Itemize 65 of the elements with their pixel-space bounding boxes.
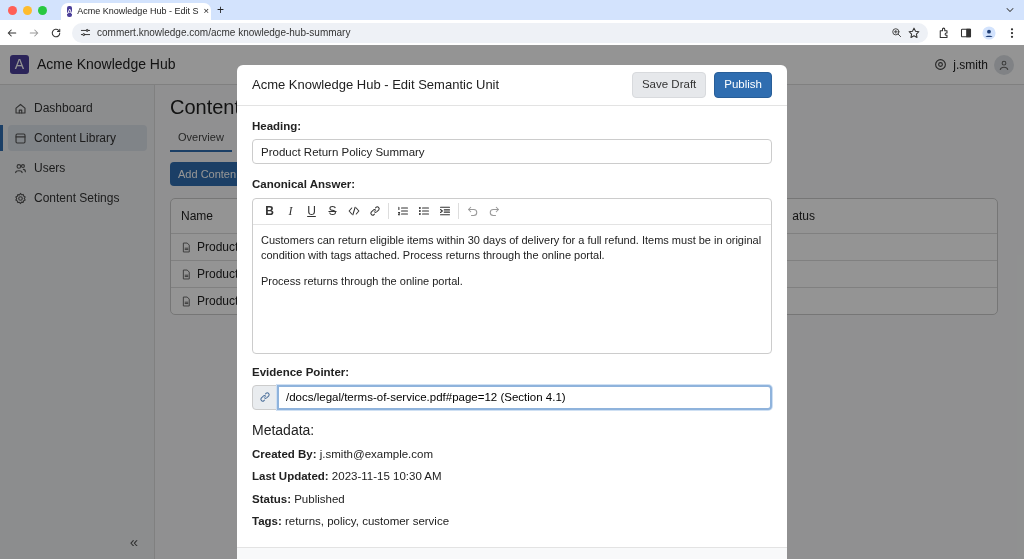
app-title: Acme Knowledge Hub [37, 55, 176, 74]
zoom-icon[interactable] [891, 27, 902, 38]
browser-tab[interactable]: A Acme Knowledge Hub - Edit S × [61, 3, 211, 20]
ordered-list-icon [396, 205, 409, 217]
home-icon [14, 101, 27, 115]
back-icon[interactable] [6, 26, 18, 39]
profile-icon[interactable] [982, 25, 996, 40]
link-icon [368, 205, 381, 217]
publish-button[interactable]: Publish [714, 72, 772, 98]
new-tab-button[interactable]: + [217, 1, 224, 19]
collapse-sidebar-button[interactable]: « [127, 530, 140, 553]
link-icon [252, 384, 277, 410]
italic-button[interactable]: I [280, 201, 301, 221]
sidebar-item[interactable]: Users [8, 155, 147, 181]
window-control-dot[interactable] [8, 5, 17, 15]
settings-icon [14, 191, 27, 205]
page-tab[interactable]: Overview [170, 125, 232, 152]
users-icon [14, 161, 27, 175]
reload-icon[interactable] [50, 26, 62, 39]
extensions-icon[interactable] [938, 26, 950, 39]
metadata-line: Created By: j.smith@example.com [252, 446, 435, 462]
sidebar-item[interactable]: Dashboard [8, 95, 147, 121]
answer-paragraph: Customers can return eligible items within 30 days of delivery for a full refund. Items must be in original condition with tags attached. Process returns through the online portal. [261, 232, 763, 264]
bold-button[interactable]: B [259, 201, 280, 221]
star-icon[interactable] [908, 26, 920, 39]
user-name[interactable]: j.smith [953, 55, 988, 74]
field-label: Evidence Pointer: [252, 364, 351, 380]
favicon-icon: A [67, 6, 73, 17]
undo-icon [466, 205, 479, 217]
save-draft-button[interactable]: Save Draft [631, 72, 707, 98]
window-control-dot[interactable] [38, 5, 47, 15]
rich-text-editor[interactable] [252, 197, 772, 354]
document-icon [181, 295, 192, 307]
side-panel-icon[interactable] [960, 26, 972, 39]
table-cell-text: Product [197, 266, 239, 283]
logo-icon: A [10, 55, 29, 74]
window-control-dot[interactable] [23, 5, 32, 15]
field-label: Heading: [252, 119, 303, 134]
section-title: Metadata: [252, 421, 316, 439]
code-icon [347, 205, 360, 217]
avatar[interactable] [994, 54, 1014, 75]
redo-icon [487, 205, 500, 217]
metadata-line: Status: Published [252, 491, 346, 507]
metadata-line: Tags: returns, policy, customer service [252, 514, 451, 530]
column-header: Name [181, 208, 213, 225]
site-settings-icon[interactable] [80, 27, 91, 38]
document-icon [181, 268, 192, 280]
window-icon [14, 131, 27, 145]
bullet-list-icon [417, 205, 430, 217]
column-header: atus [792, 208, 815, 225]
gear-icon[interactable] [934, 58, 948, 71]
document-icon [181, 241, 192, 253]
metadata-line: Last Updated: 2023-11-15 10:30 AM [252, 469, 443, 485]
tab-close-button[interactable]: × [203, 4, 209, 19]
heading-field[interactable]: Product Return Policy Summary [252, 139, 772, 165]
evidence-field[interactable]: /docs/legal/terms-of-service.pdf#page=12 (Section 4.1) [277, 384, 772, 410]
sidebar-item[interactable]: Content Library [8, 125, 147, 151]
strike-button[interactable]: S [322, 201, 343, 221]
sidebar-item[interactable]: Content Setings [8, 185, 147, 211]
table-cell-text: Product [197, 239, 239, 256]
answer-paragraph: Process returns through the online portal. [261, 274, 464, 290]
dialog-title: Acme Knowledge Hub - Edit Semantic Unit [252, 76, 501, 95]
table-cell-text: Product [197, 293, 239, 310]
indent-icon [438, 205, 451, 217]
underline-button[interactable]: U [301, 201, 322, 221]
